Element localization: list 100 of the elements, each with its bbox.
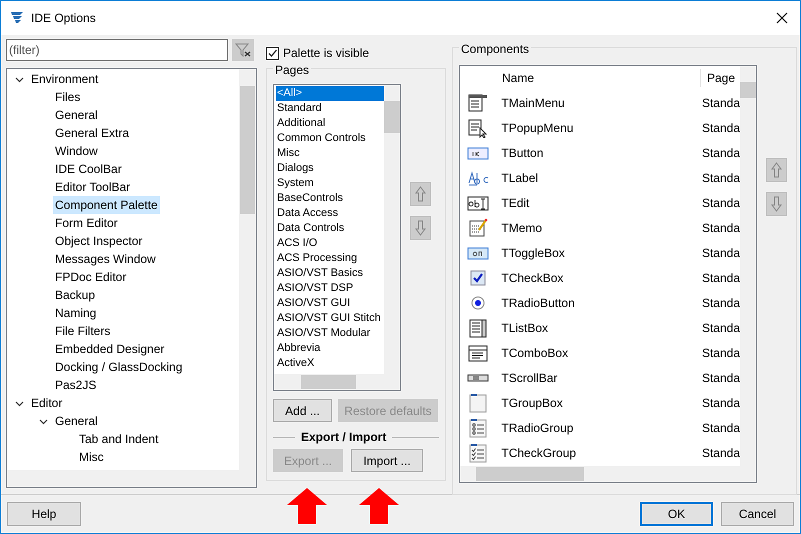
tree-item[interactable]: Misc <box>77 448 106 466</box>
tree-item[interactable]: Files <box>53 88 82 106</box>
filter-clear-icon <box>235 43 251 57</box>
arrow-down-icon <box>415 220 426 236</box>
tree-item[interactable]: Editor <box>29 394 64 412</box>
page-list-item[interactable]: ASIO/VST GUI <box>276 296 384 311</box>
vertical-scrollbar[interactable] <box>239 69 256 470</box>
popup-menu-icon <box>466 118 489 138</box>
memo-icon <box>466 218 489 238</box>
tree-item[interactable]: General <box>53 106 100 124</box>
vertical-scrollbar[interactable] <box>740 66 756 466</box>
callout-arrow-icon <box>358 487 400 525</box>
window-title: IDE Options <box>31 10 96 27</box>
component-page: Standa <box>700 370 740 386</box>
page-list-item[interactable]: Data Controls <box>276 221 384 236</box>
page-list-item[interactable]: Dialogs <box>276 161 384 176</box>
clear-filter-button[interactable] <box>232 39 254 61</box>
page-list-item[interactable]: ACS Processing <box>276 251 384 266</box>
cancel-button[interactable]: Cancel <box>721 502 794 526</box>
horizontal-scrollbar[interactable] <box>7 470 256 487</box>
page-list-item[interactable]: Common Controls <box>276 131 384 146</box>
component-page: Standa <box>700 270 740 286</box>
app-logo-icon <box>9 10 25 26</box>
import-button[interactable]: Import ... <box>351 449 423 472</box>
component-name: TRadioGroup <box>500 420 574 436</box>
horizontal-scrollbar[interactable] <box>460 466 756 482</box>
page-list-item[interactable]: Additional <box>276 116 384 131</box>
component-page: Standa <box>700 94 740 112</box>
arrow-up-icon <box>771 162 782 178</box>
move-up-button[interactable] <box>410 182 431 206</box>
page-list-item[interactable]: ACS I/O <box>276 236 384 251</box>
move-down-button[interactable] <box>410 216 431 240</box>
page-list-item[interactable]: System <box>276 176 384 191</box>
horizontal-scrollbar[interactable] <box>274 374 400 390</box>
tree-item[interactable]: General Extra <box>53 124 132 142</box>
tree-item[interactable]: FPDoc Editor <box>53 268 128 286</box>
tree-item[interactable]: Environment <box>29 70 100 88</box>
page-list-item[interactable]: ASIO/VST Basics <box>276 266 384 281</box>
close-icon[interactable] <box>776 12 788 24</box>
tree-item[interactable]: Naming <box>53 304 98 322</box>
component-page: Standa <box>700 194 740 212</box>
column-header[interactable]: Page <box>700 69 736 87</box>
page-list-item[interactable]: ASIO/VST GUI Stitch <box>276 311 384 326</box>
page-list-item[interactable]: ASIO/VST DSP <box>276 281 384 296</box>
tree-item[interactable]: Pas2JS <box>53 376 98 394</box>
palette-visible-checkbox[interactable] <box>266 46 279 60</box>
component-name: TCheckBox <box>500 270 564 286</box>
check-group-icon <box>466 442 489 462</box>
component-name: TComboBox <box>500 344 570 362</box>
tree-item[interactable]: Component Palette <box>53 196 160 214</box>
help-button[interactable]: Help <box>7 502 81 526</box>
page-list-item[interactable]: Standard <box>276 101 384 116</box>
component-page: Standa <box>700 220 740 236</box>
page-list-item[interactable]: ASIO/VST Modular <box>276 326 384 341</box>
tree-item[interactable]: IDE CoolBar <box>53 160 124 178</box>
tree-item[interactable]: Object Inspector <box>53 232 144 250</box>
tree-item[interactable]: General <box>53 412 100 430</box>
tree-item[interactable]: Backup <box>53 286 98 304</box>
tree-item[interactable]: File Filters <box>53 322 112 340</box>
tree-item[interactable]: Tab and Indent <box>77 430 160 448</box>
move-down-button[interactable] <box>766 192 787 216</box>
ok-button[interactable]: OK <box>640 502 713 526</box>
section-title: Export / Import <box>301 429 386 446</box>
component-page: Standa <box>700 444 740 462</box>
tree-item[interactable]: Messages Window <box>53 250 158 268</box>
component-page: Standa <box>700 394 740 412</box>
component-name: TLabel <box>500 170 540 186</box>
component-page: Standa <box>700 144 740 162</box>
component-page: Standa <box>700 344 740 362</box>
chevron-down-icon[interactable] <box>15 74 24 84</box>
page-list-item[interactable]: Misc <box>276 146 384 161</box>
page-list-item[interactable]: BaseControls <box>276 191 384 206</box>
menu-icon <box>466 92 489 112</box>
tree-item[interactable]: Embedded Designer <box>53 340 166 358</box>
tree-item[interactable]: Window <box>53 142 100 160</box>
component-name: TMainMenu <box>500 94 566 112</box>
page-list-item[interactable]: ActiveX <box>276 356 384 371</box>
component-name: TMemo <box>500 220 544 236</box>
combo-box-icon <box>466 342 489 362</box>
tree-item[interactable]: Form Editor <box>53 214 120 232</box>
component-page: Standa <box>700 420 740 436</box>
page-list-item[interactable]: Data Access <box>276 206 384 221</box>
vertical-scrollbar[interactable] <box>384 85 400 374</box>
move-up-button[interactable] <box>766 158 787 182</box>
column-header[interactable]: Name <box>496 69 700 87</box>
checkbox-label: Palette is visible <box>283 45 370 62</box>
page-list-item[interactable]: <All> <box>276 86 384 101</box>
filter-field[interactable]: (filter) <box>6 39 228 61</box>
tree-item[interactable]: Docking / GlassDocking <box>53 358 184 376</box>
page-list-item[interactable]: Abbrevia <box>276 341 384 356</box>
radio-group-icon <box>466 418 489 438</box>
component-name: TPopupMenu <box>500 120 574 136</box>
component-name: TButton <box>500 144 544 162</box>
component-name: TGroupBox <box>500 394 564 412</box>
tree-item[interactable]: Editor ToolBar <box>53 178 132 196</box>
chevron-down-icon[interactable] <box>39 416 48 426</box>
chevron-down-icon[interactable] <box>15 398 24 408</box>
component-page: Standa <box>700 320 740 336</box>
add-button[interactable]: Add ... <box>273 399 332 422</box>
arrow-down-icon <box>771 196 782 212</box>
